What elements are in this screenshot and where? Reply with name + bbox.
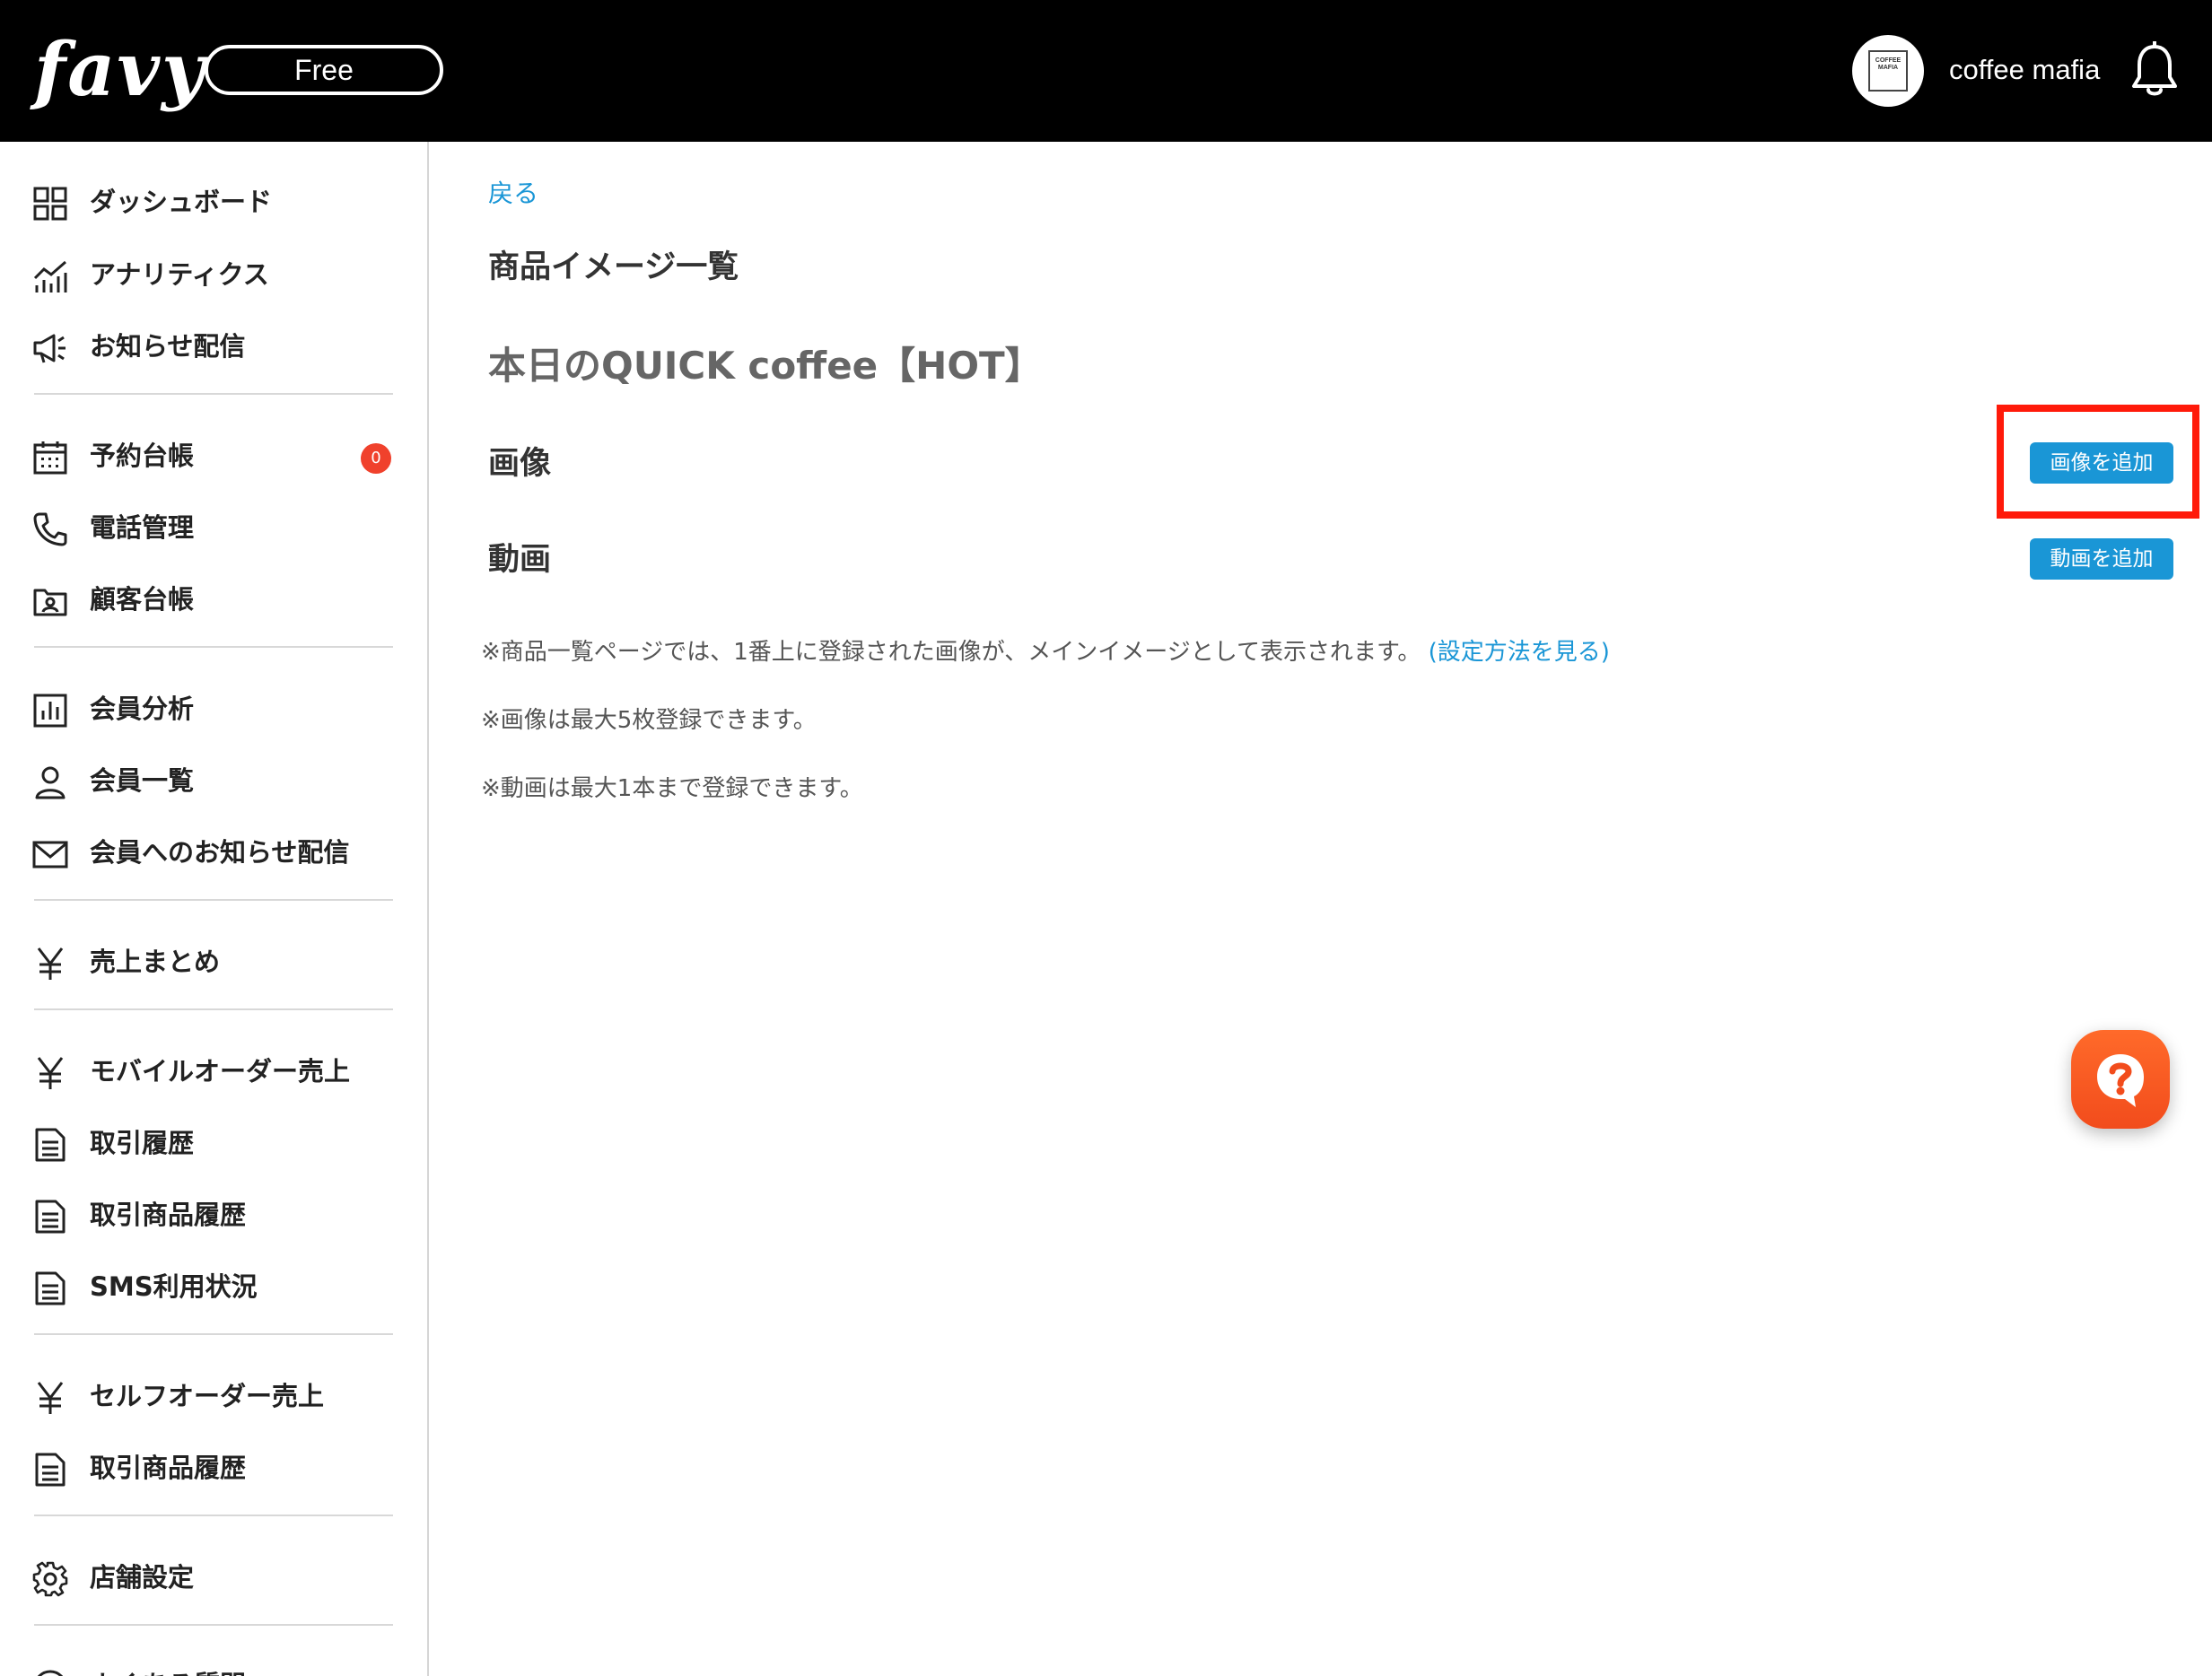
contact-folder-icon: [33, 589, 67, 616]
mail-icon: [32, 841, 68, 869]
sidebar-item-label: 取引商品履歴: [90, 1200, 247, 1230]
sidebar-item-label: お知らせ配信: [90, 331, 246, 362]
note-video-limit: ※動画は最大1本まで登録できます。: [481, 775, 863, 802]
avatar-logo-mark: COFFEE MAFIA: [1868, 50, 1908, 92]
sidebar-item-label: 顧客台帳: [90, 584, 195, 615]
sidebar-item-self-order-product-transactions[interactable]: 取引商品履歴: [32, 1441, 409, 1495]
sidebar-divider: [34, 899, 393, 901]
sidebar-item-label: 予約台帳: [90, 441, 195, 471]
document-icon: [35, 1453, 66, 1487]
sidebar-item-sales-summary[interactable]: 売上まとめ: [32, 935, 409, 989]
sidebar-divider: [34, 1624, 393, 1626]
sidebar-divider: [34, 646, 393, 648]
sidebar-divider: [34, 393, 393, 395]
sidebar-item-phone[interactable]: 電話管理: [32, 501, 409, 554]
grid-icon: [33, 187, 67, 221]
note-main-image: ※商品一覧ページでは、1番上に登録された画像が、メインイメージとして表示されます…: [481, 634, 1610, 670]
page-title: 商品イメージ一覧: [488, 249, 739, 285]
document-icon: [35, 1271, 66, 1305]
account-avatar[interactable]: COFFEE MAFIA: [1852, 35, 1924, 107]
sidebar-item-news[interactable]: お知らせ配信: [32, 319, 409, 373]
sidebar-item-product-transactions[interactable]: 取引商品履歴: [32, 1188, 409, 1242]
question-bubble-icon: [2097, 1054, 2144, 1107]
sidebar-item-customers[interactable]: 顧客台帳: [32, 572, 409, 626]
sidebar-item-member-analysis[interactable]: 会員分析: [32, 682, 409, 736]
sidebar-item-label: SMS利用状況: [90, 1271, 258, 1302]
sidebar: ダッシュボード アナリティクス お知らせ配信 予約台帳 0 電話管理 顧客台帳 …: [0, 142, 429, 1676]
calendar-icon: [33, 441, 67, 475]
sidebar-item-analytics[interactable]: アナリティクス: [32, 248, 409, 301]
sidebar-item-label: よくある質問: [90, 1667, 246, 1676]
sidebar-divider: [34, 1333, 393, 1335]
product-name: 本日のQUICK coffee【HOT】: [488, 344, 1043, 388]
sidebar-item-dashboard[interactable]: ダッシュボード: [32, 175, 409, 229]
sidebar-item-member-news[interactable]: 会員へのお知らせ配信: [32, 825, 409, 879]
document-icon: [35, 1128, 66, 1162]
sidebar-item-faq[interactable]: よくある質問: [32, 1658, 409, 1676]
sidebar-item-self-order-sales[interactable]: セルフオーダー売上: [32, 1369, 409, 1423]
gear-icon: [32, 1561, 68, 1597]
chart-icon: [33, 260, 67, 292]
help-chat-button[interactable]: [2071, 1030, 2170, 1129]
top-bar: favy Free COFFEE MAFIA coffee mafia: [0, 0, 2212, 142]
yen-icon: [37, 947, 64, 980]
sidebar-item-label: 取引履歴: [90, 1128, 195, 1158]
bell-icon[interactable]: [2130, 41, 2179, 99]
help-circle-icon: [37, 1670, 64, 1676]
document-icon: [35, 1200, 66, 1234]
add-image-button[interactable]: 画像を追加: [2030, 442, 2173, 484]
sidebar-item-mobile-order-sales[interactable]: モバイルオーダー売上: [32, 1044, 409, 1098]
person-icon: [35, 766, 66, 799]
notification-badge: 0: [361, 443, 391, 474]
sidebar-item-store-settings[interactable]: 店舗設定: [32, 1550, 409, 1604]
sidebar-divider: [34, 1008, 393, 1010]
note-image-limit: ※画像は最大5枚登録できます。: [481, 707, 817, 734]
sidebar-item-label: ダッシュボード: [90, 187, 273, 217]
sidebar-divider: [34, 1515, 393, 1516]
sidebar-item-member-list[interactable]: 会員一覧: [32, 754, 409, 807]
video-section-label: 動画: [488, 542, 552, 578]
sidebar-item-label: 売上まとめ: [90, 947, 221, 977]
yen-icon: [37, 1382, 64, 1414]
note-text: ※商品一覧ページでは、1番上に登録された画像が、メインイメージとして表示されます…: [481, 639, 1421, 666]
plan-badge: Free: [205, 45, 443, 95]
sidebar-item-reservations[interactable]: 予約台帳 0: [32, 429, 409, 483]
account-name[interactable]: coffee mafia: [1949, 48, 2100, 92]
back-link[interactable]: 戻る: [488, 176, 538, 212]
image-section-label: 画像: [488, 446, 552, 482]
sidebar-item-label: アナリティクス: [90, 259, 269, 290]
sidebar-item-label: 会員一覧: [90, 765, 195, 796]
sidebar-item-label: セルフオーダー売上: [90, 1381, 325, 1411]
yen-icon: [37, 1057, 64, 1089]
favy-logo[interactable]: favy: [34, 27, 206, 113]
sidebar-item-sms-usage[interactable]: SMS利用状況: [32, 1260, 409, 1314]
phone-icon: [33, 512, 67, 546]
sidebar-item-label: 取引商品履歴: [90, 1453, 247, 1483]
sidebar-item-label: 会員へのお知らせ配信: [90, 837, 350, 868]
help-setup-link[interactable]: (設定方法を見る): [1429, 639, 1610, 666]
megaphone-icon: [33, 334, 66, 363]
sidebar-item-label: モバイルオーダー売上: [90, 1056, 351, 1087]
bar-chart-icon: [33, 694, 67, 728]
sidebar-item-label: 会員分析: [90, 694, 195, 724]
sidebar-item-label: 電話管理: [90, 512, 195, 543]
sidebar-item-transactions[interactable]: 取引履歴: [32, 1116, 409, 1170]
sidebar-item-label: 店舗設定: [90, 1562, 195, 1593]
add-video-button[interactable]: 動画を追加: [2030, 538, 2173, 580]
